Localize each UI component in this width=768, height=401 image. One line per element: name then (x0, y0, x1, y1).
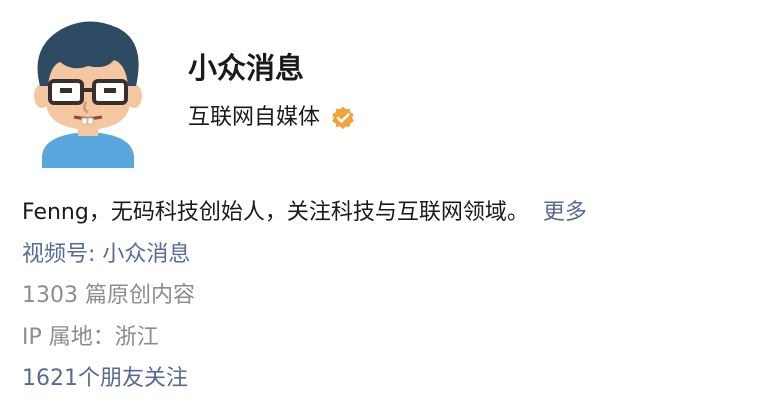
account-type: 互联网自媒体 (188, 105, 321, 130)
more-link[interactable]: 更多 (543, 197, 587, 229)
article-count: 1303 篇原创内容 (22, 283, 195, 308)
account-type-row: 互联网自媒体 (188, 101, 356, 135)
avatar[interactable] (22, 16, 154, 168)
channel-link[interactable]: 视频号: 小众消息 (22, 239, 190, 271)
bio-row: Fenng，无码科技创始人，关注科技与互联网领域。 更多 (22, 196, 587, 230)
bio-text: Fenng，无码科技创始人，关注科技与互联网领域。 (22, 200, 529, 225)
verified-badge-icon[interactable] (330, 105, 356, 131)
account-name: 小众消息 (188, 51, 305, 85)
profile-page: 小众消息 互联网自媒体 Fenng，无码科技创始人，关注科技与互联网领域。 更多… (0, 0, 768, 401)
cartoon-avatar-icon (34, 21, 142, 168)
ip-location: IP 属地：浙江 (22, 325, 159, 350)
friends-following-link[interactable]: 1621个朋友关注 (22, 363, 188, 395)
